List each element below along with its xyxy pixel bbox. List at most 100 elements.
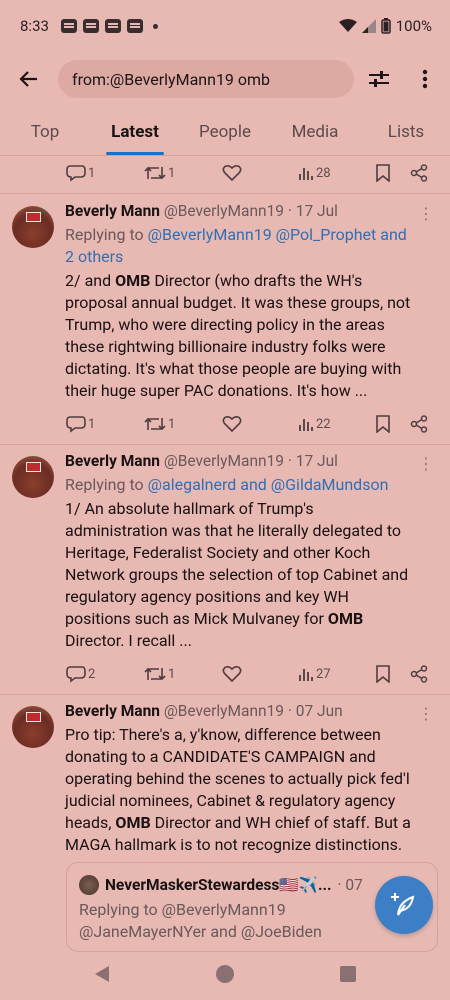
tweet-line: their huge super PAC donations. It's how… <box>65 381 368 400</box>
tab-media[interactable]: Media <box>285 108 345 156</box>
tweet-actions: 2 1 27 <box>66 659 436 689</box>
status-time: 8:33 <box>20 17 49 35</box>
reply-count: 1 <box>88 416 96 432</box>
status-bar: 8:33 100% <box>0 0 450 52</box>
views-button[interactable]: 28 <box>298 165 331 181</box>
repost-icon <box>144 166 166 180</box>
share-button[interactable] <box>410 665 428 683</box>
share-button[interactable] <box>410 164 428 182</box>
tweet-more-button[interactable]: ⋮ <box>418 704 434 723</box>
tweet-line: 1/ An absolute hallmark of Trump's <box>65 499 314 518</box>
reply-button[interactable]: 1 <box>66 415 95 433</box>
bookmark-icon <box>376 164 390 182</box>
back-button[interactable] <box>0 52 58 106</box>
replying-to-label: Replying to <box>65 225 148 244</box>
feather-plus-icon <box>391 893 415 916</box>
quoted-reply-line: @JaneMayerNYer and @JoeBiden <box>79 922 322 941</box>
tweet-line: Pro tip: There's a, y'know, difference b… <box>65 725 381 744</box>
active-tab-indicator <box>106 152 164 155</box>
author-name[interactable]: Beverly Mann <box>65 202 160 220</box>
quoted-avatar <box>79 875 99 895</box>
tweet-line: administration was that he literally del… <box>65 521 402 540</box>
more-notifications-dot-icon <box>152 23 158 29</box>
quoted-author-name: NeverMaskerStewardess🇺🇸✈️... <box>105 876 332 894</box>
repost-count: 1 <box>168 165 176 181</box>
replying-to-links[interactable]: @alegalnerd and @GildaMundson <box>148 475 389 494</box>
quoted-author-handle: · 07 <box>337 876 363 894</box>
search-query: from:@BeverlyMann19 omb <box>72 69 271 89</box>
like-button[interactable] <box>222 415 242 433</box>
bookmark-button[interactable] <box>376 164 390 182</box>
repost-icon <box>144 417 166 431</box>
repost-button[interactable]: 1 <box>144 415 175 433</box>
replying-to-others[interactable]: 2 others <box>65 247 123 266</box>
tab-people[interactable]: People <box>193 108 257 156</box>
like-button[interactable] <box>222 665 242 683</box>
replying-to-links[interactable]: @BeverlyMann19 @Pol_Prophet and <box>148 225 407 244</box>
tweet-line: these rightwing billionaire industry fol… <box>65 337 386 356</box>
reply-button[interactable]: 2 <box>66 665 95 683</box>
tweet-line: heads, OMB Director and WH chief of staf… <box>65 813 411 832</box>
reply-button[interactable]: 1 <box>66 164 95 182</box>
share-button[interactable] <box>410 415 428 433</box>
views-count: 27 <box>316 666 331 682</box>
battery-icon <box>380 18 391 34</box>
divider <box>0 694 450 695</box>
author-handle-date: @BeverlyMann19 · 07 Jun <box>163 702 343 720</box>
overflow-menu-button[interactable] <box>404 52 446 106</box>
message-notification-icon <box>126 19 143 33</box>
repost-button[interactable]: 1 <box>144 665 175 683</box>
wifi-icon <box>338 19 357 32</box>
tweet-more-button[interactable]: ⋮ <box>418 204 434 223</box>
author-name[interactable]: Beverly Mann <box>65 452 160 470</box>
tab-lists[interactable]: Lists <box>382 108 430 156</box>
tab-top[interactable]: Top <box>22 108 68 156</box>
divider <box>0 193 450 194</box>
tweet-header: Beverly Mann @BeverlyMann19 · 17 Jul <box>65 202 435 220</box>
bar-chart-icon <box>299 168 313 180</box>
arrow-left-icon <box>19 71 37 87</box>
tweet-actions: 1 1 22 <box>66 409 436 439</box>
repost-count: 1 <box>168 666 176 682</box>
nav-home-icon[interactable] <box>215 964 235 984</box>
status-right: 100% <box>338 17 432 35</box>
tweet-line: 2/ and OMB Director (who drafts the WH's <box>65 271 363 290</box>
bookmark-button[interactable] <box>376 415 390 433</box>
nav-back-icon[interactable] <box>93 964 111 984</box>
heart-icon <box>222 164 242 182</box>
repost-button[interactable]: 1 <box>144 164 175 182</box>
author-name[interactable]: Beverly Mann <box>65 702 160 720</box>
nav-recents-icon[interactable] <box>339 964 357 984</box>
tweet-line: positions such as Mick Mulvaney for OMB <box>65 609 364 628</box>
tweet-actions: 1 1 28 <box>66 158 436 188</box>
quoted-reply-line: Replying to @BeverlyMann19 <box>79 900 286 919</box>
heart-icon <box>222 665 242 683</box>
comment-icon <box>66 165 86 182</box>
avatar[interactable] <box>12 456 54 498</box>
avatar[interactable] <box>12 206 54 248</box>
tweet-line: Network groups the selection of top Cabi… <box>65 565 409 584</box>
search-input[interactable]: from:@BeverlyMann19 omb <box>58 60 354 98</box>
tab-latest[interactable]: Latest <box>104 108 166 156</box>
replying-to: Replying to @alegalnerd and @GildaMundso… <box>65 474 435 496</box>
compose-button[interactable] <box>375 876 433 934</box>
tweet-line: regulatory agency positions and key WH <box>65 587 349 606</box>
message-notification-icon <box>104 19 121 33</box>
chat-notification-icon <box>82 19 99 33</box>
like-button[interactable] <box>222 164 242 182</box>
tweet-header: Beverly Mann @BeverlyMann19 · 07 Jun <box>65 702 435 720</box>
bookmark-icon <box>376 665 390 683</box>
views-button[interactable]: 22 <box>298 416 331 432</box>
views-button[interactable]: 27 <box>298 666 331 682</box>
sliders-icon <box>369 71 389 87</box>
reply-count: 1 <box>88 165 96 181</box>
signal-icon <box>361 19 376 33</box>
filter-button[interactable] <box>358 52 400 106</box>
tweet-line: Director. I recall ... <box>65 631 192 650</box>
bookmark-button[interactable] <box>376 665 390 683</box>
bookmark-icon <box>376 415 390 433</box>
replying-to-label: Replying to <box>65 475 148 494</box>
avatar[interactable] <box>12 706 54 748</box>
tweet-more-button[interactable]: ⋮ <box>418 454 434 473</box>
divider <box>0 444 450 445</box>
